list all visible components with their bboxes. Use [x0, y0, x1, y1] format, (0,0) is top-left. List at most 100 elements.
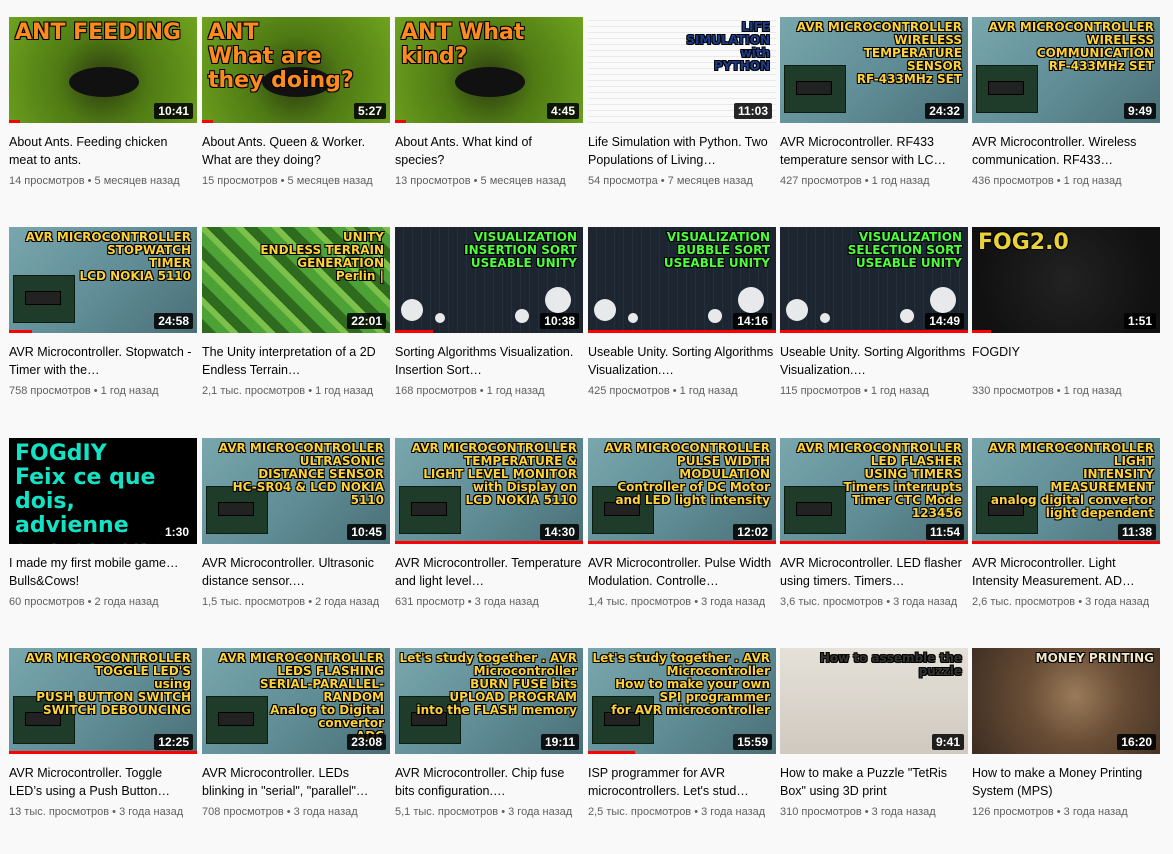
video-title[interactable]: AVR Microcontroller. Pulse Width Modulat…	[588, 554, 776, 590]
video-title[interactable]: AVR Microcontroller. LED flasher using t…	[780, 554, 968, 590]
video-card[interactable]: AVR MICROCONTROLLER TOGGLE LED'S using P…	[9, 648, 197, 820]
upload-date: 1 год назад	[1054, 385, 1122, 397]
video-thumbnail[interactable]: Let's study together . AVR Microcontroll…	[588, 648, 776, 754]
video-title[interactable]: AVR Microcontroller. LEDs blinking in "s…	[202, 764, 390, 800]
upload-date: 1 год назад	[91, 385, 159, 397]
video-thumbnail[interactable]: MONEY PRINTING 16:20	[972, 648, 1160, 754]
video-title[interactable]: About Ants. What kind of species?	[395, 133, 583, 169]
video-card[interactable]: FOGdIY Feix ce que dois, advienne que po…	[9, 438, 197, 610]
video-thumbnail[interactable]: VISUALIZATION SELECTION SORT USEABLE UNI…	[780, 227, 968, 333]
video-title[interactable]: About Ants. Feeding chicken meat to ants…	[9, 133, 197, 169]
video-title[interactable]: ISP programmer for AVR microcontrollers.…	[588, 764, 776, 800]
thumbnail-caption: ANT What kind?	[401, 20, 525, 69]
sort-ball-graphic	[708, 309, 722, 323]
view-count: 1,5 тыс. просмотров	[202, 596, 306, 608]
video-title[interactable]: AVR Microcontroller. Chip fuse bits conf…	[395, 764, 583, 800]
video-title[interactable]: Useable Unity. Sorting Algorithms Visual…	[588, 343, 776, 379]
video-card[interactable]: AVR MICROCONTROLLER WIRELESS COMMUNICATI…	[972, 17, 1160, 189]
video-title[interactable]: AVR Microcontroller. Ultrasonic distance…	[202, 554, 390, 590]
video-card[interactable]: AVR MICROCONTROLLER STOPWATCH TIMER LCD …	[9, 227, 197, 399]
watch-progress-bar	[202, 120, 213, 123]
video-card[interactable]: Let's study together . AVR Microcontroll…	[395, 648, 583, 820]
video-title[interactable]: How to make a Money Printing System (MPS…	[972, 764, 1160, 800]
sort-ball-graphic	[930, 287, 956, 313]
video-card[interactable]: ANT What kind? 4:45 About Ants. What kind …	[395, 17, 583, 189]
video-thumbnail[interactable]: AVR MICROCONTROLLER WIRELESS COMMUNICATI…	[972, 17, 1160, 123]
video-metadata: 13 просмотров5 месяцев назад	[395, 173, 583, 189]
upload-date: 3 года назад	[465, 596, 539, 608]
video-title[interactable]: How to make a Puzzle "TetRis Box" using …	[780, 764, 968, 800]
video-thumbnail[interactable]: ANT What are they doing? 5:27	[202, 17, 390, 123]
video-title[interactable]: The Unity interpretation of a 2D Endless…	[202, 343, 390, 379]
video-card[interactable]: AVR MICROCONTROLLER LIGHT INTENSITY MEAS…	[972, 438, 1160, 610]
video-thumbnail[interactable]: ANT What kind? 4:45	[395, 17, 583, 123]
video-card[interactable]: ANT FEEDING 10:41 About Ants. Feeding chic…	[9, 17, 197, 189]
video-title[interactable]: AVR Microcontroller. Stopwatch - Timer w…	[9, 343, 197, 379]
video-card[interactable]: AVR MICROCONTROLLER LEDS FLASHING SERIAL…	[202, 648, 390, 820]
video-metadata: 14 просмотров5 месяцев назад	[9, 173, 197, 189]
video-card[interactable]: AVR MICROCONTROLLER TEMPERATURE & LIGHT …	[395, 438, 583, 610]
chip-graphic	[25, 291, 61, 305]
video-card[interactable]: VISUALIZATION INSERTION SORT USEABLE UNI…	[395, 227, 583, 399]
video-card[interactable]: AVR MICROCONTROLLER ULTRASONIC DISTANCE …	[202, 438, 390, 610]
video-title[interactable]: Useable Unity. Sorting Algorithms Visual…	[780, 343, 968, 379]
view-count: 436 просмотров	[972, 175, 1054, 187]
video-title[interactable]: AVR Microcontroller. Light Intensity Mea…	[972, 554, 1160, 590]
video-thumbnail[interactable]: How to assemble the puzzle 9:41	[780, 648, 968, 754]
video-thumbnail[interactable]: VISUALIZATION INSERTION SORT USEABLE UNI…	[395, 227, 583, 333]
video-thumbnail[interactable]: UNITY ENDLESS TERRAIN GENERATION Perlin …	[202, 227, 390, 333]
video-metadata: 54 просмотра7 месяцев назад	[588, 173, 776, 189]
video-title[interactable]: AVR Microcontroller. Temperature and lig…	[395, 554, 583, 590]
upload-date: 5 месяцев назад	[278, 175, 373, 187]
video-title[interactable]: AVR Microcontroller. Toggle LED’s using …	[9, 764, 197, 800]
video-thumbnail[interactable]: VISUALIZATION BUBBLE SORT USEABLE UNITY 1…	[588, 227, 776, 333]
video-card[interactable]: AVR MICROCONTROLLER PULSE WIDTH MODULATI…	[588, 438, 776, 610]
video-thumbnail[interactable]: AVR MICROCONTROLLER TOGGLE LED'S using P…	[9, 648, 197, 754]
video-metadata: 631 просмотр3 года назад	[395, 594, 583, 610]
video-card[interactable]: FOG2.0 1:51 FOGDIY 330 просмотров1 год наза…	[972, 227, 1160, 399]
video-duration: 9:41	[931, 734, 964, 750]
video-card[interactable]: UNITY ENDLESS TERRAIN GENERATION Perlin …	[202, 227, 390, 399]
video-metadata: 3,6 тыс. просмотров3 года назад	[780, 594, 968, 610]
video-thumbnail[interactable]: LIFE SIMULATION with PYTHON 11:03	[588, 17, 776, 123]
video-metadata: 310 просмотров3 года назад	[780, 804, 968, 820]
video-card[interactable]: Let's study together . AVR Microcontroll…	[588, 648, 776, 820]
video-thumbnail[interactable]: AVR MICROCONTROLLER WIRELESS TEMPERATURE…	[780, 17, 968, 123]
view-count: 631 просмотр	[395, 596, 465, 608]
video-title[interactable]: FOGDIY	[972, 343, 1160, 379]
video-thumbnail[interactable]: AVR MICROCONTROLLER LIGHT INTENSITY MEAS…	[972, 438, 1160, 544]
video-thumbnail[interactable]: AVR MICROCONTROLLER TEMPERATURE & LIGHT …	[395, 438, 583, 544]
view-count: 3,6 тыс. просмотров	[780, 596, 884, 608]
video-title[interactable]: I made my first mobile game… Bulls&Cows!	[9, 554, 197, 590]
video-card[interactable]: AVR MICROCONTROLLER LED FLASHER USING TI…	[780, 438, 968, 610]
watch-progress-bar	[395, 541, 583, 544]
video-thumbnail[interactable]: Let's study together . AVR Microcontroll…	[395, 648, 583, 754]
video-metadata: 2,6 тыс. просмотров3 года назад	[972, 594, 1160, 610]
video-thumbnail[interactable]: AVR MICROCONTROLLER LEDS FLASHING SERIAL…	[202, 648, 390, 754]
video-card[interactable]: ANT What are they doing? 5:27 About Ants. …	[202, 17, 390, 189]
video-title[interactable]: Sorting Algorithms Visualization. Insert…	[395, 343, 583, 379]
video-thumbnail[interactable]: FOG2.0 1:51	[972, 227, 1160, 333]
video-title[interactable]: About Ants. Queen & Worker. What are the…	[202, 133, 390, 169]
video-title[interactable]: Life Simulation with Python. Two Populat…	[588, 133, 776, 169]
video-thumbnail[interactable]: ANT FEEDING 10:41	[9, 17, 197, 123]
video-title[interactable]: AVR Microcontroller. RF433 temperature s…	[780, 133, 968, 169]
video-thumbnail[interactable]: AVR MICROCONTROLLER STOPWATCH TIMER LCD …	[9, 227, 197, 333]
video-grid: ANT FEEDING 10:41 About Ants. Feeding chic…	[0, 0, 1173, 854]
video-card[interactable]: How to assemble the puzzle 9:41 How to mak…	[780, 648, 968, 820]
video-thumbnail[interactable]: AVR MICROCONTROLLER PULSE WIDTH MODULATI…	[588, 438, 776, 544]
video-card[interactable]: AVR MICROCONTROLLER WIRELESS TEMPERATURE…	[780, 17, 968, 189]
upload-date: 3 года назад	[862, 806, 936, 818]
video-card[interactable]: MONEY PRINTING 16:20 How to make a Money P…	[972, 648, 1160, 820]
video-thumbnail[interactable]: FOGdIY Feix ce que dois, advienne que po…	[9, 438, 197, 544]
video-card[interactable]: LIFE SIMULATION with PYTHON 11:03 Life Sim…	[588, 17, 776, 189]
video-card[interactable]: VISUALIZATION BUBBLE SORT USEABLE UNITY 1…	[588, 227, 776, 399]
ant-graphic	[69, 67, 139, 97]
video-duration: 1:51	[1123, 313, 1156, 329]
video-metadata: 425 просмотров1 год назад	[588, 383, 776, 399]
video-title[interactable]: AVR Microcontroller. Wireless communicat…	[972, 133, 1160, 169]
video-thumbnail[interactable]: AVR MICROCONTROLLER LED FLASHER USING TI…	[780, 438, 968, 544]
thumbnail-caption: AVR MICROCONTROLLER TEMPERATURE & LIGHT …	[411, 441, 577, 507]
video-card[interactable]: VISUALIZATION SELECTION SORT USEABLE UNI…	[780, 227, 968, 399]
video-thumbnail[interactable]: AVR MICROCONTROLLER ULTRASONIC DISTANCE …	[202, 438, 390, 544]
